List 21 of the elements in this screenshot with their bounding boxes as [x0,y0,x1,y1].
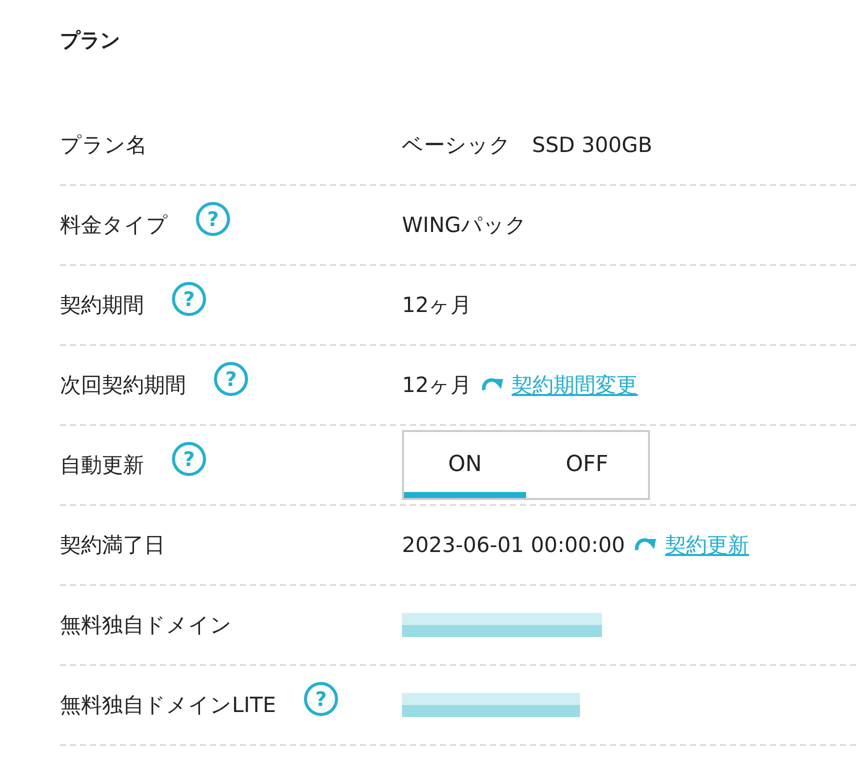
field-label: 次回契約期間 [60,372,186,399]
help-button[interactable]: ? [304,682,338,716]
field-label: プラン名 [60,132,147,159]
section-title: プラン [60,27,121,54]
field-label: 自動更新 [60,452,144,479]
field-value: 2023-06-01 00:00:00 [402,533,626,557]
field-label: 無料独自ドメインLITE [60,692,276,719]
field-label: 料金タイプ [60,212,168,239]
field-label: 無料独自ドメイン [60,612,232,639]
help-button[interactable]: ? [172,442,206,476]
help-button[interactable]: ? [172,282,206,316]
field-value: 12ヶ月 [402,372,472,399]
help-button[interactable]: ? [196,202,230,236]
field-value: WINGパック [402,212,527,239]
action-link[interactable]: 契約更新 [665,531,750,559]
field-label: 契約期間 [60,292,144,319]
field-label: 契約満了日 [60,532,165,559]
action-link[interactable]: 契約期間変更 [512,371,638,399]
help-button[interactable]: ? [214,362,248,396]
field-value: 12ヶ月 [402,292,472,319]
field-value: ベーシック SSD 300GB [402,132,652,159]
